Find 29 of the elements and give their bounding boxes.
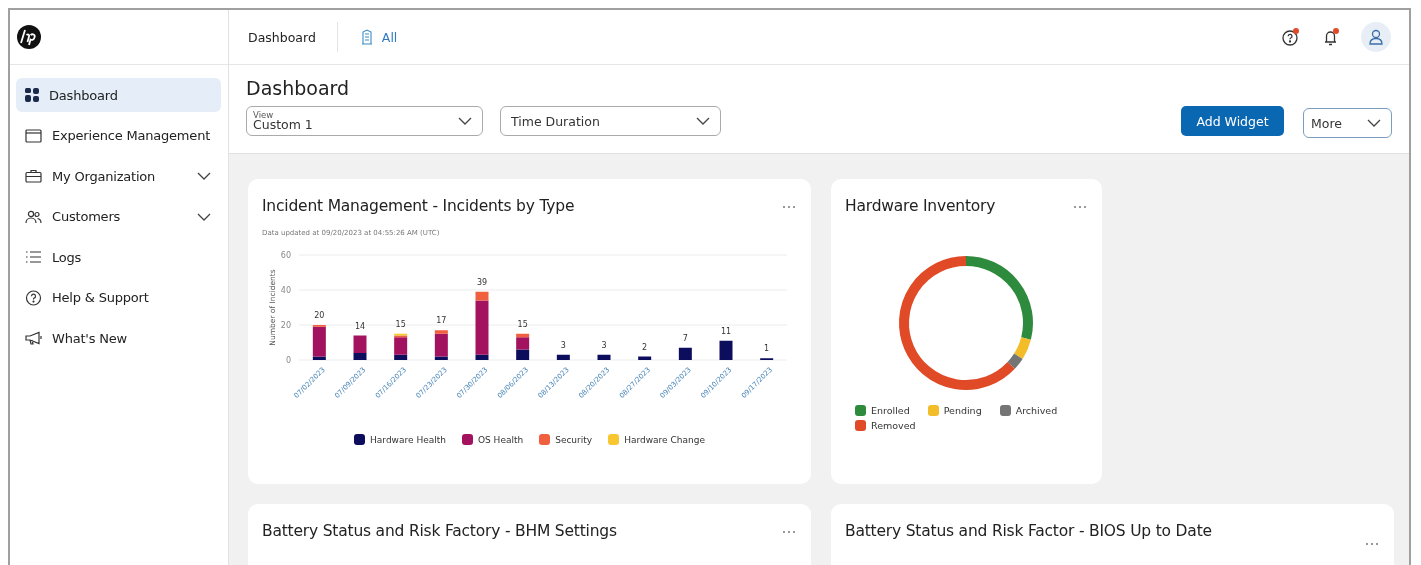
data-label: 1	[764, 344, 770, 354]
legend-item: Enrolled	[855, 405, 910, 416]
axis-tick-label: 0	[285, 356, 291, 365]
legend-item: Security	[539, 434, 593, 445]
axis-tick-label: 40	[280, 286, 291, 295]
data-label: 2	[642, 342, 648, 352]
data-label: 15	[395, 319, 406, 329]
data-label: 11	[720, 326, 732, 336]
axis-tick-label: 20	[280, 321, 291, 330]
data-label: 14	[354, 321, 366, 331]
page-title: Dashboard	[246, 77, 351, 99]
axis-tick-label: 60	[280, 251, 291, 260]
widget-title: Battery Status and Risk Factory - BHM Settings	[262, 522, 617, 540]
data-label: 15	[517, 319, 528, 329]
data-label: 39	[476, 277, 488, 287]
data-label: 3	[601, 340, 607, 350]
legend-item: Removed	[855, 420, 916, 431]
legend-item: OS Health	[461, 434, 524, 445]
legend-item: Archived	[999, 405, 1058, 416]
data-label: 20	[314, 311, 325, 320]
data-label: 3	[560, 340, 566, 350]
legend-item: Hardware Change	[608, 434, 705, 445]
widget-title: Incident Management - Incidents by Type	[262, 197, 575, 215]
widget-title: Battery Status and Risk Factor - BIOS Up to Date	[845, 522, 1212, 540]
legend-item: Hardware Health	[354, 434, 446, 445]
legend-item: Pending	[927, 405, 982, 416]
widget-title: Hardware Inventory	[845, 197, 996, 215]
data-label: 17	[436, 316, 447, 326]
data-label: 7	[682, 333, 688, 343]
